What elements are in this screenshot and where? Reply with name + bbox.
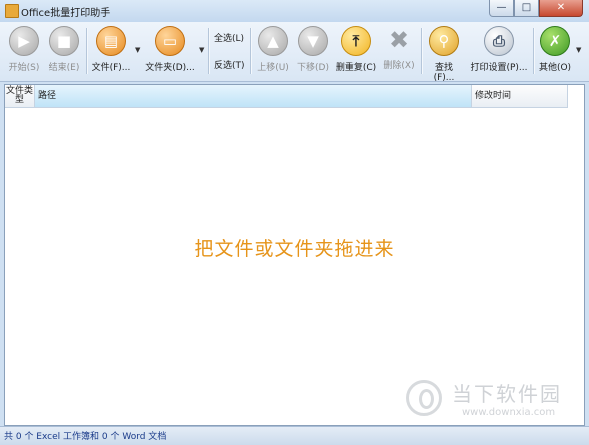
folder-label: 文件夹(D)... <box>145 63 195 73</box>
watermark-logo: 当下软件园 www.downxia.com <box>400 374 580 426</box>
document-icon: ▤ <box>96 26 126 56</box>
start-label: 开始(S) <box>8 63 40 73</box>
move-up-label: 上移(U) <box>257 63 289 73</box>
magnifier-icon: ⚲ <box>429 26 459 56</box>
move-up-button[interactable]: ▲ 上移(U) <box>255 26 291 73</box>
toolbar-separator <box>208 28 210 74</box>
print-settings-button[interactable]: ⎙ 打印设置(P)... <box>470 26 528 73</box>
file-dropdown-arrow[interactable]: ▼ <box>135 46 140 54</box>
select-all-button[interactable]: 全选(L) <box>214 31 244 44</box>
minimize-button[interactable]: — <box>489 0 514 17</box>
delete-x-icon: ✖ <box>388 26 410 54</box>
app-icon <box>5 4 19 18</box>
list-header: 文件类型 路径 修改时间 <box>5 85 568 108</box>
stop-icon: ■ <box>49 26 79 56</box>
printer-icon: ⎙ <box>484 26 514 56</box>
window-controls: — □ ✕ <box>489 0 583 17</box>
move-down-label: 下移(D) <box>297 63 329 73</box>
toolbar-separator <box>533 28 535 74</box>
delete-label: 删除(X) <box>383 61 415 71</box>
file-label: 文件(F)... <box>91 63 131 73</box>
toolbar-separator <box>250 28 252 74</box>
find-button[interactable]: ⚲ 查找(F)... <box>425 26 463 83</box>
watermark-icon <box>406 380 442 416</box>
title-bar: Office批量打印助手 — □ ✕ <box>0 0 589 22</box>
play-icon: ▶ <box>9 26 39 56</box>
merge-arrow-icon: ⤒ <box>341 26 371 56</box>
window-title: Office批量打印助手 <box>21 8 111 19</box>
tools-icon: ✗ <box>540 26 570 56</box>
column-header-path[interactable]: 路径 <box>35 85 472 107</box>
stop-button[interactable]: ■ 结束(E) <box>46 26 82 73</box>
folder-button[interactable]: ▭ 文件夹(D)... <box>144 26 196 73</box>
delete-button[interactable]: ✖ 删除(X) <box>381 26 417 71</box>
watermark-url: www.downxia.com <box>462 407 556 418</box>
arrow-down-icon: ▼ <box>298 26 328 56</box>
folder-icon: ▭ <box>155 26 185 56</box>
toolbar: ▶ 开始(S) ■ 结束(E) ▤ 文件(F)... ▼ ▭ 文件夹(D)...… <box>0 22 589 83</box>
watermark-title: 当下软件园 <box>452 382 562 406</box>
remove-duplicates-label: 删重复(C) <box>335 63 377 73</box>
other-label: 其他(O) <box>538 63 572 73</box>
other-dropdown-arrow[interactable]: ▼ <box>576 46 581 54</box>
column-header-modified-time[interactable]: 修改时间 <box>472 85 568 107</box>
arrow-up-icon: ▲ <box>258 26 288 56</box>
remove-duplicates-button[interactable]: ⤒ 删重复(C) <box>335 26 377 73</box>
other-button[interactable]: ✗ 其他(O) <box>537 26 573 73</box>
folder-dropdown-arrow[interactable]: ▼ <box>199 46 204 54</box>
toolbar-separator <box>421 28 423 74</box>
find-label: 查找(F)... <box>433 63 455 83</box>
maximize-button[interactable]: □ <box>514 0 539 17</box>
print-settings-label: 打印设置(P)... <box>470 63 528 73</box>
status-bar: 共 0 个 Excel 工作簿和 0 个 Word 文档 <box>0 426 589 445</box>
stop-label: 结束(E) <box>48 63 80 73</box>
file-button[interactable]: ▤ 文件(F)... <box>90 26 132 73</box>
column-header-file-type[interactable]: 文件类型 <box>5 85 35 107</box>
status-text: 共 0 个 Excel 工作簿和 0 个 Word 文档 <box>4 432 167 442</box>
move-down-button[interactable]: ▼ 下移(D) <box>295 26 331 73</box>
invert-selection-button[interactable]: 反选(T) <box>214 58 245 71</box>
start-button[interactable]: ▶ 开始(S) <box>6 26 42 73</box>
close-button[interactable]: ✕ <box>539 0 583 17</box>
toolbar-separator <box>86 28 88 74</box>
drop-hint: 把文件或文件夹拖进来 <box>194 238 395 260</box>
